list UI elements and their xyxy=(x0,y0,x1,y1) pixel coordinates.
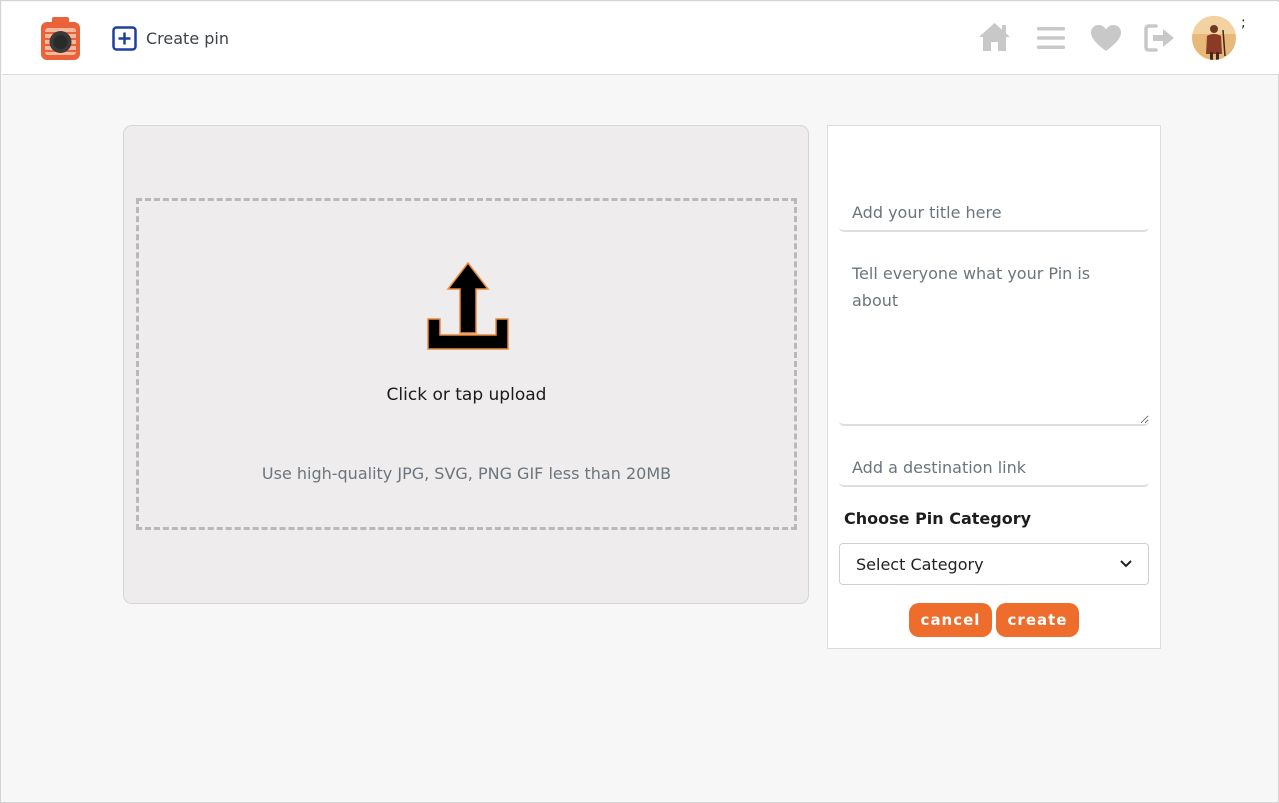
upload-hint: Use high-quality JPG, SVG, PNG GIF less … xyxy=(261,464,672,483)
create-pin-link[interactable]: Create pin xyxy=(112,25,229,51)
heart-icon[interactable] xyxy=(1090,24,1122,52)
create-button[interactable]: create xyxy=(996,603,1079,637)
chevron-down-icon xyxy=(1120,560,1132,568)
plus-square-icon xyxy=(112,25,137,51)
upload-title: Click or tap upload xyxy=(386,385,547,405)
title-input[interactable] xyxy=(839,194,1149,232)
pin-form: Choose Pin Category Select Category canc… xyxy=(827,125,1161,649)
category-select[interactable]: Select Category xyxy=(839,543,1149,585)
home-icon[interactable] xyxy=(977,21,1012,53)
avatar-image xyxy=(1192,16,1236,60)
app-frame: Create pin ; Click or tap upload Use hig… xyxy=(0,0,1279,803)
cancel-button[interactable]: cancel xyxy=(909,603,992,637)
avatar[interactable] xyxy=(1192,16,1236,60)
category-selected-value: Select Category xyxy=(856,554,984,574)
category-label: Choose Pin Category xyxy=(844,509,1032,528)
description-textarea[interactable] xyxy=(839,252,1149,426)
create-pin-label: Create pin xyxy=(146,28,229,48)
upload-dropzone[interactable]: Click or tap upload Use high-quality JPG… xyxy=(136,198,797,530)
logout-icon[interactable] xyxy=(1144,23,1176,53)
navbar: Create pin xyxy=(2,2,1279,75)
camera-logo-icon[interactable] xyxy=(39,16,82,62)
upload-icon xyxy=(427,261,509,350)
avatar-mark: ; xyxy=(1241,15,1246,31)
menu-icon[interactable] xyxy=(1036,25,1066,51)
upload-card: Click or tap upload Use high-quality JPG… xyxy=(123,125,809,604)
destination-link-input[interactable] xyxy=(839,449,1149,487)
